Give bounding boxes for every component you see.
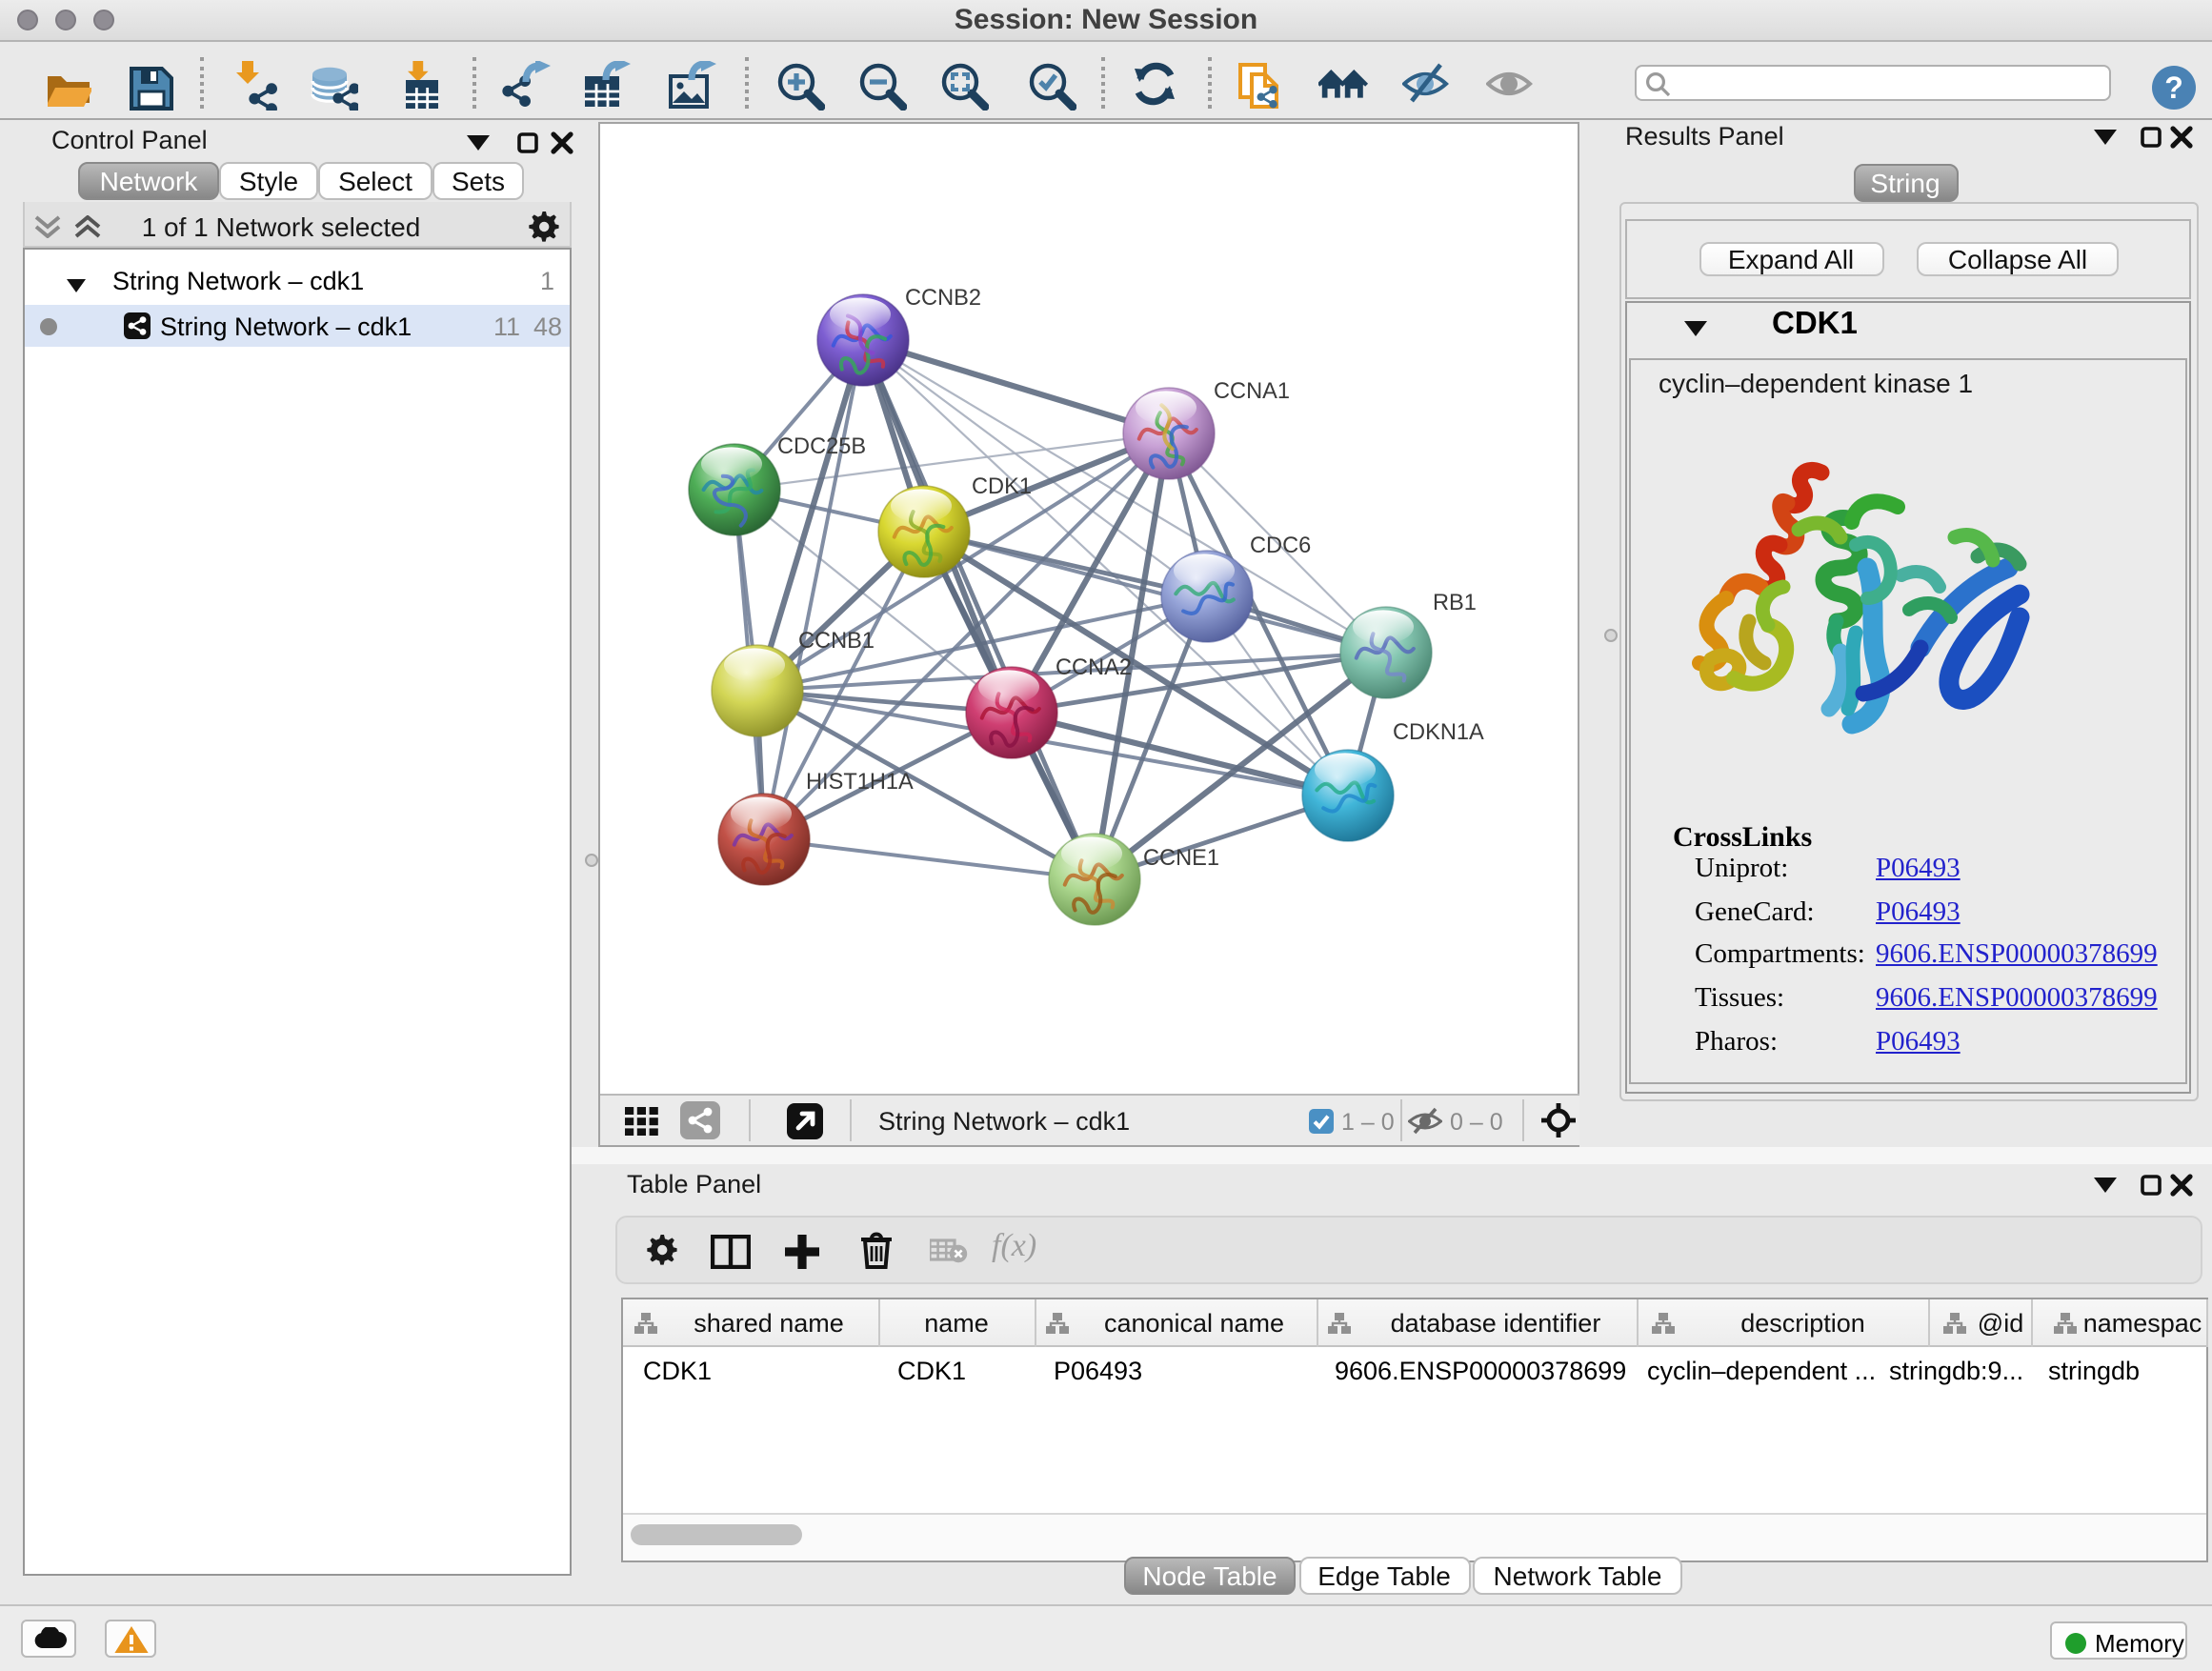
svg-text:CDK1: CDK1 [972, 474, 1032, 499]
svg-text:CDC25B: CDC25B [777, 434, 866, 459]
svg-text:RB1: RB1 [1433, 591, 1477, 615]
svg-text:CDC6: CDC6 [1250, 534, 1311, 558]
svg-text:CCNB1: CCNB1 [798, 629, 875, 654]
svg-text:?: ? [2164, 70, 2183, 105]
svg-text:CCNB2: CCNB2 [905, 286, 981, 311]
svg-text:CCNE1: CCNE1 [1143, 846, 1219, 871]
svg-text:CCNA1: CCNA1 [1214, 379, 1290, 404]
svg-text:CCNA2: CCNA2 [1056, 655, 1132, 680]
svg-text:CDKN1A: CDKN1A [1393, 720, 1484, 745]
svg-text:HIST1H1A: HIST1H1A [806, 770, 914, 795]
